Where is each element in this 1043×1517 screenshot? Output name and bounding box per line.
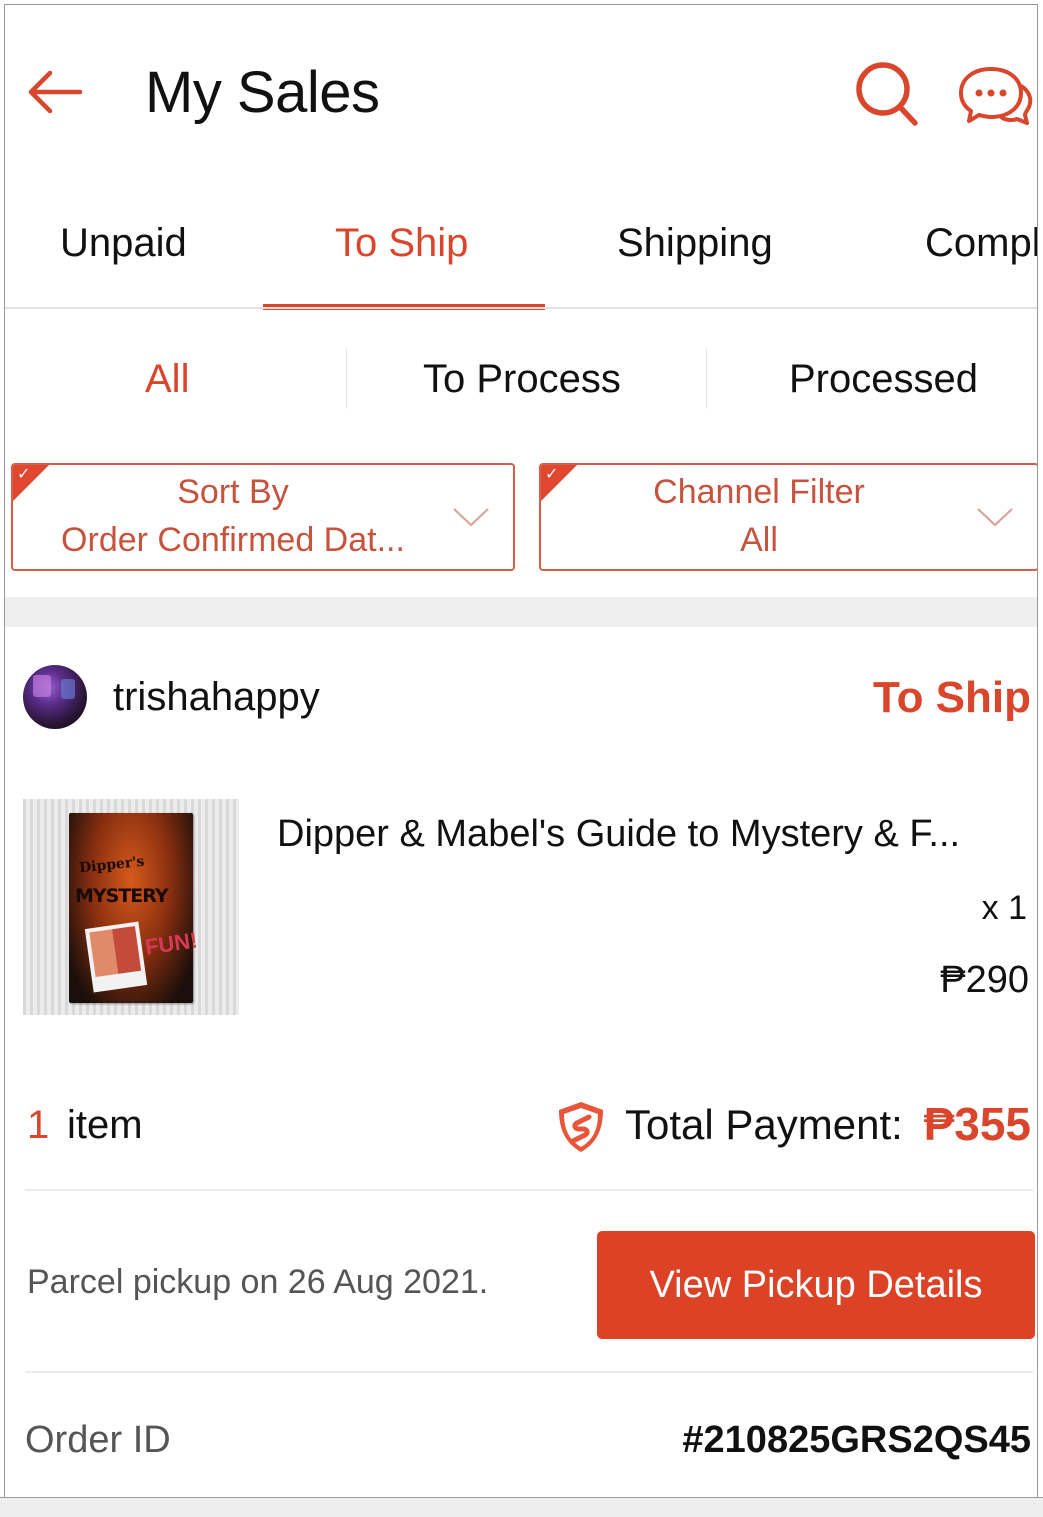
subtab-separator	[346, 349, 347, 409]
tab-shipping[interactable]: Shipping	[617, 221, 773, 266]
subtab-all[interactable]: All	[145, 357, 189, 402]
product-name: Dipper & Mabel's Guide to Mystery & F...	[277, 813, 961, 855]
product-item[interactable]: Dipper's MYSTERY FUN! Dipper & Mabel's G…	[5, 795, 1037, 1025]
order-id-value[interactable]: #210825GRS2QS45	[682, 1419, 1031, 1462]
arrow-left-icon	[28, 70, 83, 114]
tab-completed[interactable]: Compl	[925, 221, 1037, 266]
divider	[25, 1371, 1033, 1373]
tab-unpaid[interactable]: Unpaid	[60, 221, 187, 266]
chat-bubbles-icon	[959, 67, 1033, 125]
tab-to-ship[interactable]: To Ship	[335, 221, 468, 266]
total-payment-value: ₱355	[923, 1098, 1031, 1150]
book-cover-text: FUN!	[143, 927, 199, 960]
item-count-label: item	[67, 1103, 143, 1147]
shield-guarantee-icon	[559, 1102, 603, 1152]
status-tabs: Unpaid To Ship Shipping Compl	[5, 205, 1037, 310]
book-cover-photo	[84, 921, 148, 993]
tabs-divider	[5, 307, 1037, 309]
chat-button[interactable]	[959, 63, 1037, 131]
total-payment-label: Total Payment:	[625, 1101, 903, 1148]
product-image[interactable]: Dipper's MYSTERY FUN!	[23, 799, 239, 1015]
channel-filter-dropdown[interactable]: ✓ Channel Filter All	[539, 463, 1037, 571]
subtab-separator	[706, 349, 707, 409]
pickup-date-text: Parcel pickup on 26 Aug 2021.	[27, 1263, 489, 1301]
search-icon	[856, 62, 918, 126]
page-title: My Sales	[145, 60, 380, 125]
product-quantity: x 1	[981, 889, 1027, 927]
book-cover-text: Dipper's	[78, 853, 146, 877]
buyer-username[interactable]: trishahappy	[113, 675, 320, 720]
sub-tabs: All To Process Processed	[5, 335, 1037, 425]
order-id-row: Order ID #210825GRS2QS45	[5, 1405, 1037, 1485]
divider	[25, 1189, 1033, 1191]
subtab-processed[interactable]: Processed	[789, 357, 978, 402]
back-button[interactable]	[23, 63, 87, 121]
book-cover-text: MYSTERY	[75, 885, 169, 907]
app-screen: My Sales Unpaid To Ship Shipping Compl A…	[4, 4, 1038, 1497]
chevron-down-icon	[977, 508, 1013, 527]
book-cover: Dipper's MYSTERY FUN!	[69, 813, 199, 1003]
view-pickup-details-button[interactable]: View Pickup Details	[597, 1231, 1035, 1339]
subtab-to-process[interactable]: To Process	[423, 357, 621, 402]
order-status-badge: To Ship	[872, 673, 1031, 722]
channel-filter-label: Channel Filter	[653, 473, 865, 511]
order-id-label: Order ID	[25, 1419, 171, 1461]
order-summary: 1 item Total Payment: ₱355	[5, 1091, 1037, 1171]
product-price: ₱290	[940, 959, 1029, 1001]
pickup-section: Parcel pickup on 26 Aug 2021. View Picku…	[5, 1225, 1037, 1345]
sort-by-value: Order Confirmed Dat...	[61, 521, 405, 559]
page-bottom-band	[0, 1497, 1043, 1517]
item-count: 1	[27, 1103, 50, 1147]
buyer-avatar[interactable]	[23, 665, 87, 729]
sort-by-dropdown[interactable]: ✓ Sort By Order Confirmed Dat...	[11, 463, 515, 571]
order-header: trishahappy To Ship	[5, 645, 1037, 755]
chevron-down-icon	[453, 508, 489, 527]
channel-filter-value: All	[740, 521, 778, 559]
sort-by-label: Sort By	[177, 473, 289, 511]
search-button[interactable]	[851, 57, 925, 131]
section-separator	[5, 597, 1037, 627]
top-bar: My Sales	[5, 5, 1037, 175]
